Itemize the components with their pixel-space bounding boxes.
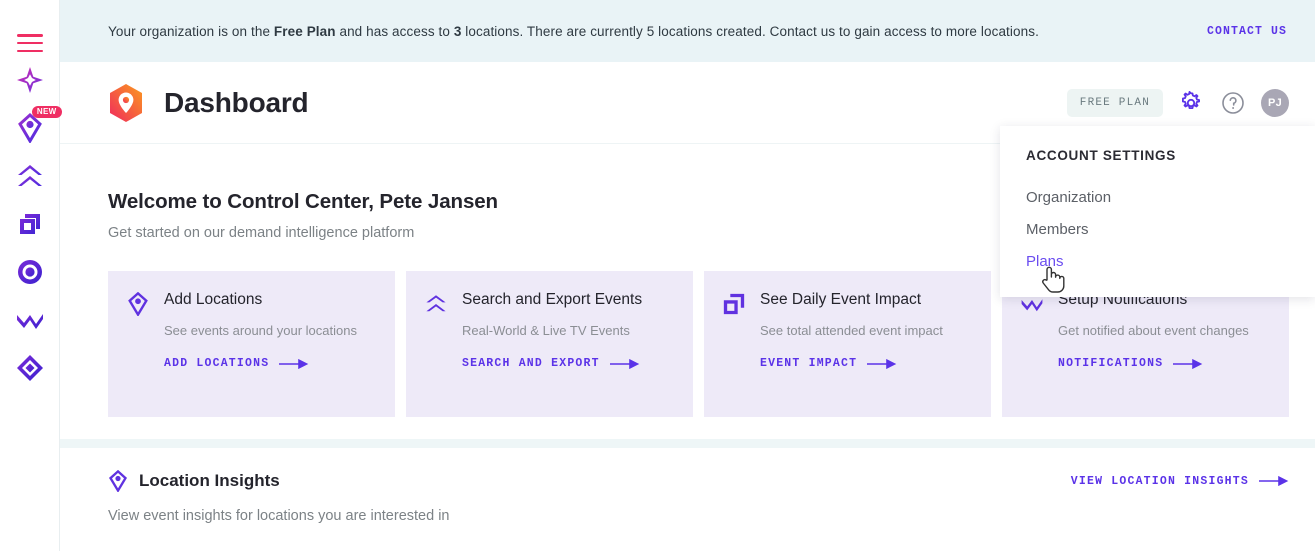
location-pin-hexagon-logo <box>110 83 142 122</box>
new-badge: NEW <box>31 106 62 118</box>
banner-text-mid: and has access to <box>335 23 454 39</box>
plan-banner-text: Your organization is on the Free Plan an… <box>108 24 1039 39</box>
sparkle-star-icon <box>16 67 43 93</box>
card-action-link[interactable]: SEARCH AND EXPORT <box>462 357 673 370</box>
card-body: Real-World & Live TV Events SEARCH AND E… <box>462 321 673 370</box>
arrow-right-icon <box>867 358 897 369</box>
card-event-impact[interactable]: See Daily Event Impact See total attende… <box>704 271 991 417</box>
app-root: NEW Your organization is on the Free Pla… <box>0 0 1315 551</box>
content-column: Your organization is on the Free Plan an… <box>60 0 1315 551</box>
location-insights-title-text: Location Insights <box>139 471 280 490</box>
user-avatar[interactable]: PJ <box>1261 88 1289 117</box>
sidebar-item-impact[interactable] <box>10 204 50 244</box>
location-insights-title: Location Insights <box>108 470 280 492</box>
banner-text-before: Your organization is on the <box>108 23 274 39</box>
page-title: Dashboard <box>164 86 309 118</box>
card-add-locations[interactable]: Add Locations See events around your loc… <box>108 271 395 417</box>
location-pin-icon <box>109 470 127 492</box>
target-circle-icon <box>17 260 42 284</box>
zigzag-wave-icon <box>16 314 43 329</box>
sidebar-item-sparkle[interactable] <box>10 60 50 100</box>
sidebar-item-locations[interactable]: NEW <box>10 106 62 148</box>
arrow-right-icon <box>1173 358 1203 369</box>
help-button[interactable] <box>1219 89 1247 117</box>
card-header: See Daily Event Impact <box>722 291 971 316</box>
location-insights-subtitle: View event insights for locations you ar… <box>108 508 450 524</box>
card-action-label: ADD LOCATIONS <box>164 357 270 371</box>
sidebar-item-events[interactable] <box>10 156 50 196</box>
nested-diamond-icon <box>16 355 43 381</box>
card-action-link[interactable]: ADD LOCATIONS <box>164 357 375 370</box>
card-title: See Daily Event Impact <box>760 291 922 308</box>
card-action-label: NOTIFICATIONS <box>1058 357 1164 371</box>
overlapping-squares-icon <box>723 293 745 315</box>
card-body: Get notified about event changes NOTIFIC… <box>1058 321 1269 370</box>
double-chevron-up-icon <box>17 165 42 186</box>
settings-button[interactable] <box>1177 89 1205 117</box>
card-action-label: SEARCH AND EXPORT <box>462 357 600 371</box>
section-divider <box>60 439 1315 448</box>
question-circle-icon <box>1222 91 1244 114</box>
hamburger-bar <box>16 49 43 52</box>
location-pin-icon <box>128 292 148 316</box>
view-location-insights-link[interactable]: VIEW LOCATION INSIGHTS <box>1071 475 1289 488</box>
dropdown-item-plans[interactable]: Plans <box>1026 247 1315 279</box>
arrow-right-icon <box>609 358 640 369</box>
banner-text-after: locations. There are currently 5 locatio… <box>461 23 1039 39</box>
card-header: Search and Export Events <box>424 291 673 316</box>
account-settings-dropdown: ACCOUNT SETTINGS Organization Members Pl… <box>1000 126 1315 297</box>
hamburger-menu-icon[interactable] <box>16 34 43 52</box>
sidebar-item-insights[interactable] <box>10 348 50 388</box>
dropdown-item-members[interactable]: Members <box>1026 215 1315 247</box>
left-sidebar: NEW <box>0 0 62 551</box>
card-body: See total attended event impact EVENT IM… <box>760 321 971 370</box>
card-title: Add Locations <box>164 291 263 308</box>
card-action-link[interactable]: NOTIFICATIONS <box>1058 357 1269 370</box>
card-header: Add Locations <box>126 291 375 316</box>
card-body: See events around your locations ADD LOC… <box>164 321 375 370</box>
card-action-label: EVENT IMPACT <box>760 357 858 371</box>
card-description: See total attended event impact <box>760 323 943 338</box>
double-chevron-up-icon <box>426 295 446 312</box>
location-insights-header: Location Insights VIEW LOCATION INSIGHTS <box>108 470 1289 492</box>
overlapping-squares-icon <box>19 214 40 234</box>
location-insights-section: Location Insights VIEW LOCATION INSIGHTS… <box>108 448 1289 524</box>
account-settings-heading: ACCOUNT SETTINGS <box>1026 148 1176 163</box>
plan-banner: Your organization is on the Free Plan an… <box>60 0 1315 62</box>
free-plan-chip[interactable]: FREE PLAN <box>1066 88 1163 117</box>
card-action-link[interactable]: EVENT IMPACT <box>760 357 971 370</box>
contact-us-link[interactable]: CONTACT US <box>1207 25 1287 38</box>
arrow-right-icon <box>1259 476 1289 486</box>
gear-icon <box>1181 90 1201 109</box>
card-title: Search and Export Events <box>462 291 643 308</box>
hamburger-bar <box>16 34 43 37</box>
sidebar-item-notifications[interactable] <box>10 300 50 340</box>
sidebar-item-target[interactable] <box>10 252 50 292</box>
card-search-export[interactable]: Search and Export Events Real-World & Li… <box>406 271 693 417</box>
arrow-right-icon <box>279 358 309 369</box>
hamburger-bar <box>16 41 43 45</box>
card-description: Real-World & Live TV Events <box>462 323 630 338</box>
card-description: Get notified about event changes <box>1058 323 1249 338</box>
banner-plan-name: Free Plan <box>273 23 336 39</box>
view-location-insights-label: VIEW LOCATION INSIGHTS <box>1070 474 1249 488</box>
header-actions: FREE PLAN PJ <box>1066 88 1289 117</box>
dropdown-item-organization[interactable]: Organization <box>1026 183 1315 215</box>
card-description: See events around your locations <box>164 323 357 338</box>
